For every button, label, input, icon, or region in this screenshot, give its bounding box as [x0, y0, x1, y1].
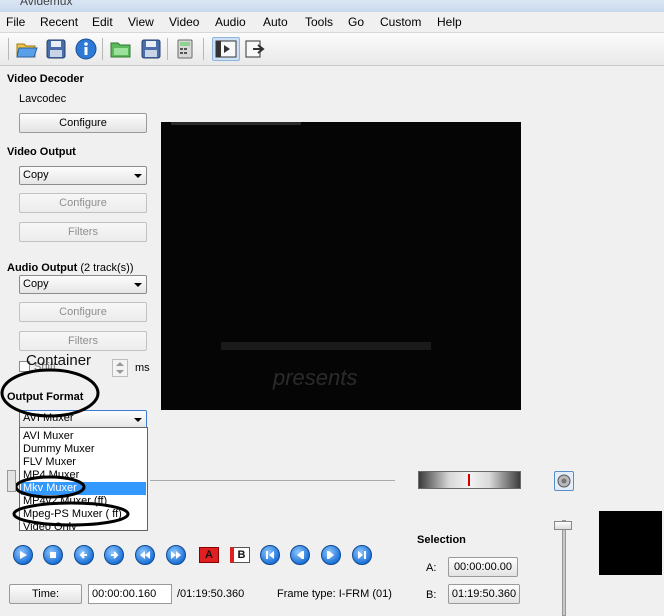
prev-frame-icon[interactable] [74, 545, 94, 565]
marker-b-icon[interactable]: B [230, 547, 250, 563]
current-time-field[interactable]: 00:00:00.160 [88, 584, 172, 604]
mini-preview [599, 511, 662, 575]
next-frame-icon[interactable] [104, 545, 124, 565]
mkv-annotation-ellipse [14, 475, 86, 499]
play-icon[interactable] [13, 545, 33, 565]
video-overlay-text: presents [272, 365, 357, 390]
scrubber-track[interactable] [150, 480, 395, 481]
time-button[interactable]: Time: [9, 584, 82, 604]
selection-a-label: A: [426, 562, 437, 574]
jog-marker [468, 474, 470, 486]
frame-type: Frame type: I-FRM (01) [277, 588, 392, 600]
output-format-annotation-ellipse [0, 368, 100, 418]
total-time: /01:19:50.360 [177, 588, 245, 600]
selection-b-button[interactable]: 01:19:50.360 [448, 584, 520, 604]
goto-end-icon[interactable] [352, 545, 372, 565]
selection-b-label: B: [426, 589, 437, 601]
scrubber-handle[interactable] [7, 470, 16, 492]
jog-wheel[interactable] [418, 471, 521, 489]
volume-icon[interactable] [554, 471, 574, 491]
video-preview: presents [161, 122, 521, 410]
volume-slider-handle[interactable] [554, 521, 572, 530]
forward-icon[interactable] [166, 545, 186, 565]
volume-slider-track[interactable] [562, 520, 566, 616]
goto-start-icon[interactable] [260, 545, 280, 565]
next-keyframe-icon[interactable] [321, 545, 341, 565]
stop-icon[interactable] [43, 545, 63, 565]
marker-a-icon[interactable]: A [199, 547, 219, 563]
mpeg-ps-annotation-ellipse [12, 501, 130, 527]
prev-keyframe-icon[interactable] [290, 545, 310, 565]
rewind-icon[interactable] [135, 545, 155, 565]
selection-label: Selection [417, 534, 466, 546]
selection-a-button[interactable]: 00:00:00.00 [448, 557, 518, 577]
